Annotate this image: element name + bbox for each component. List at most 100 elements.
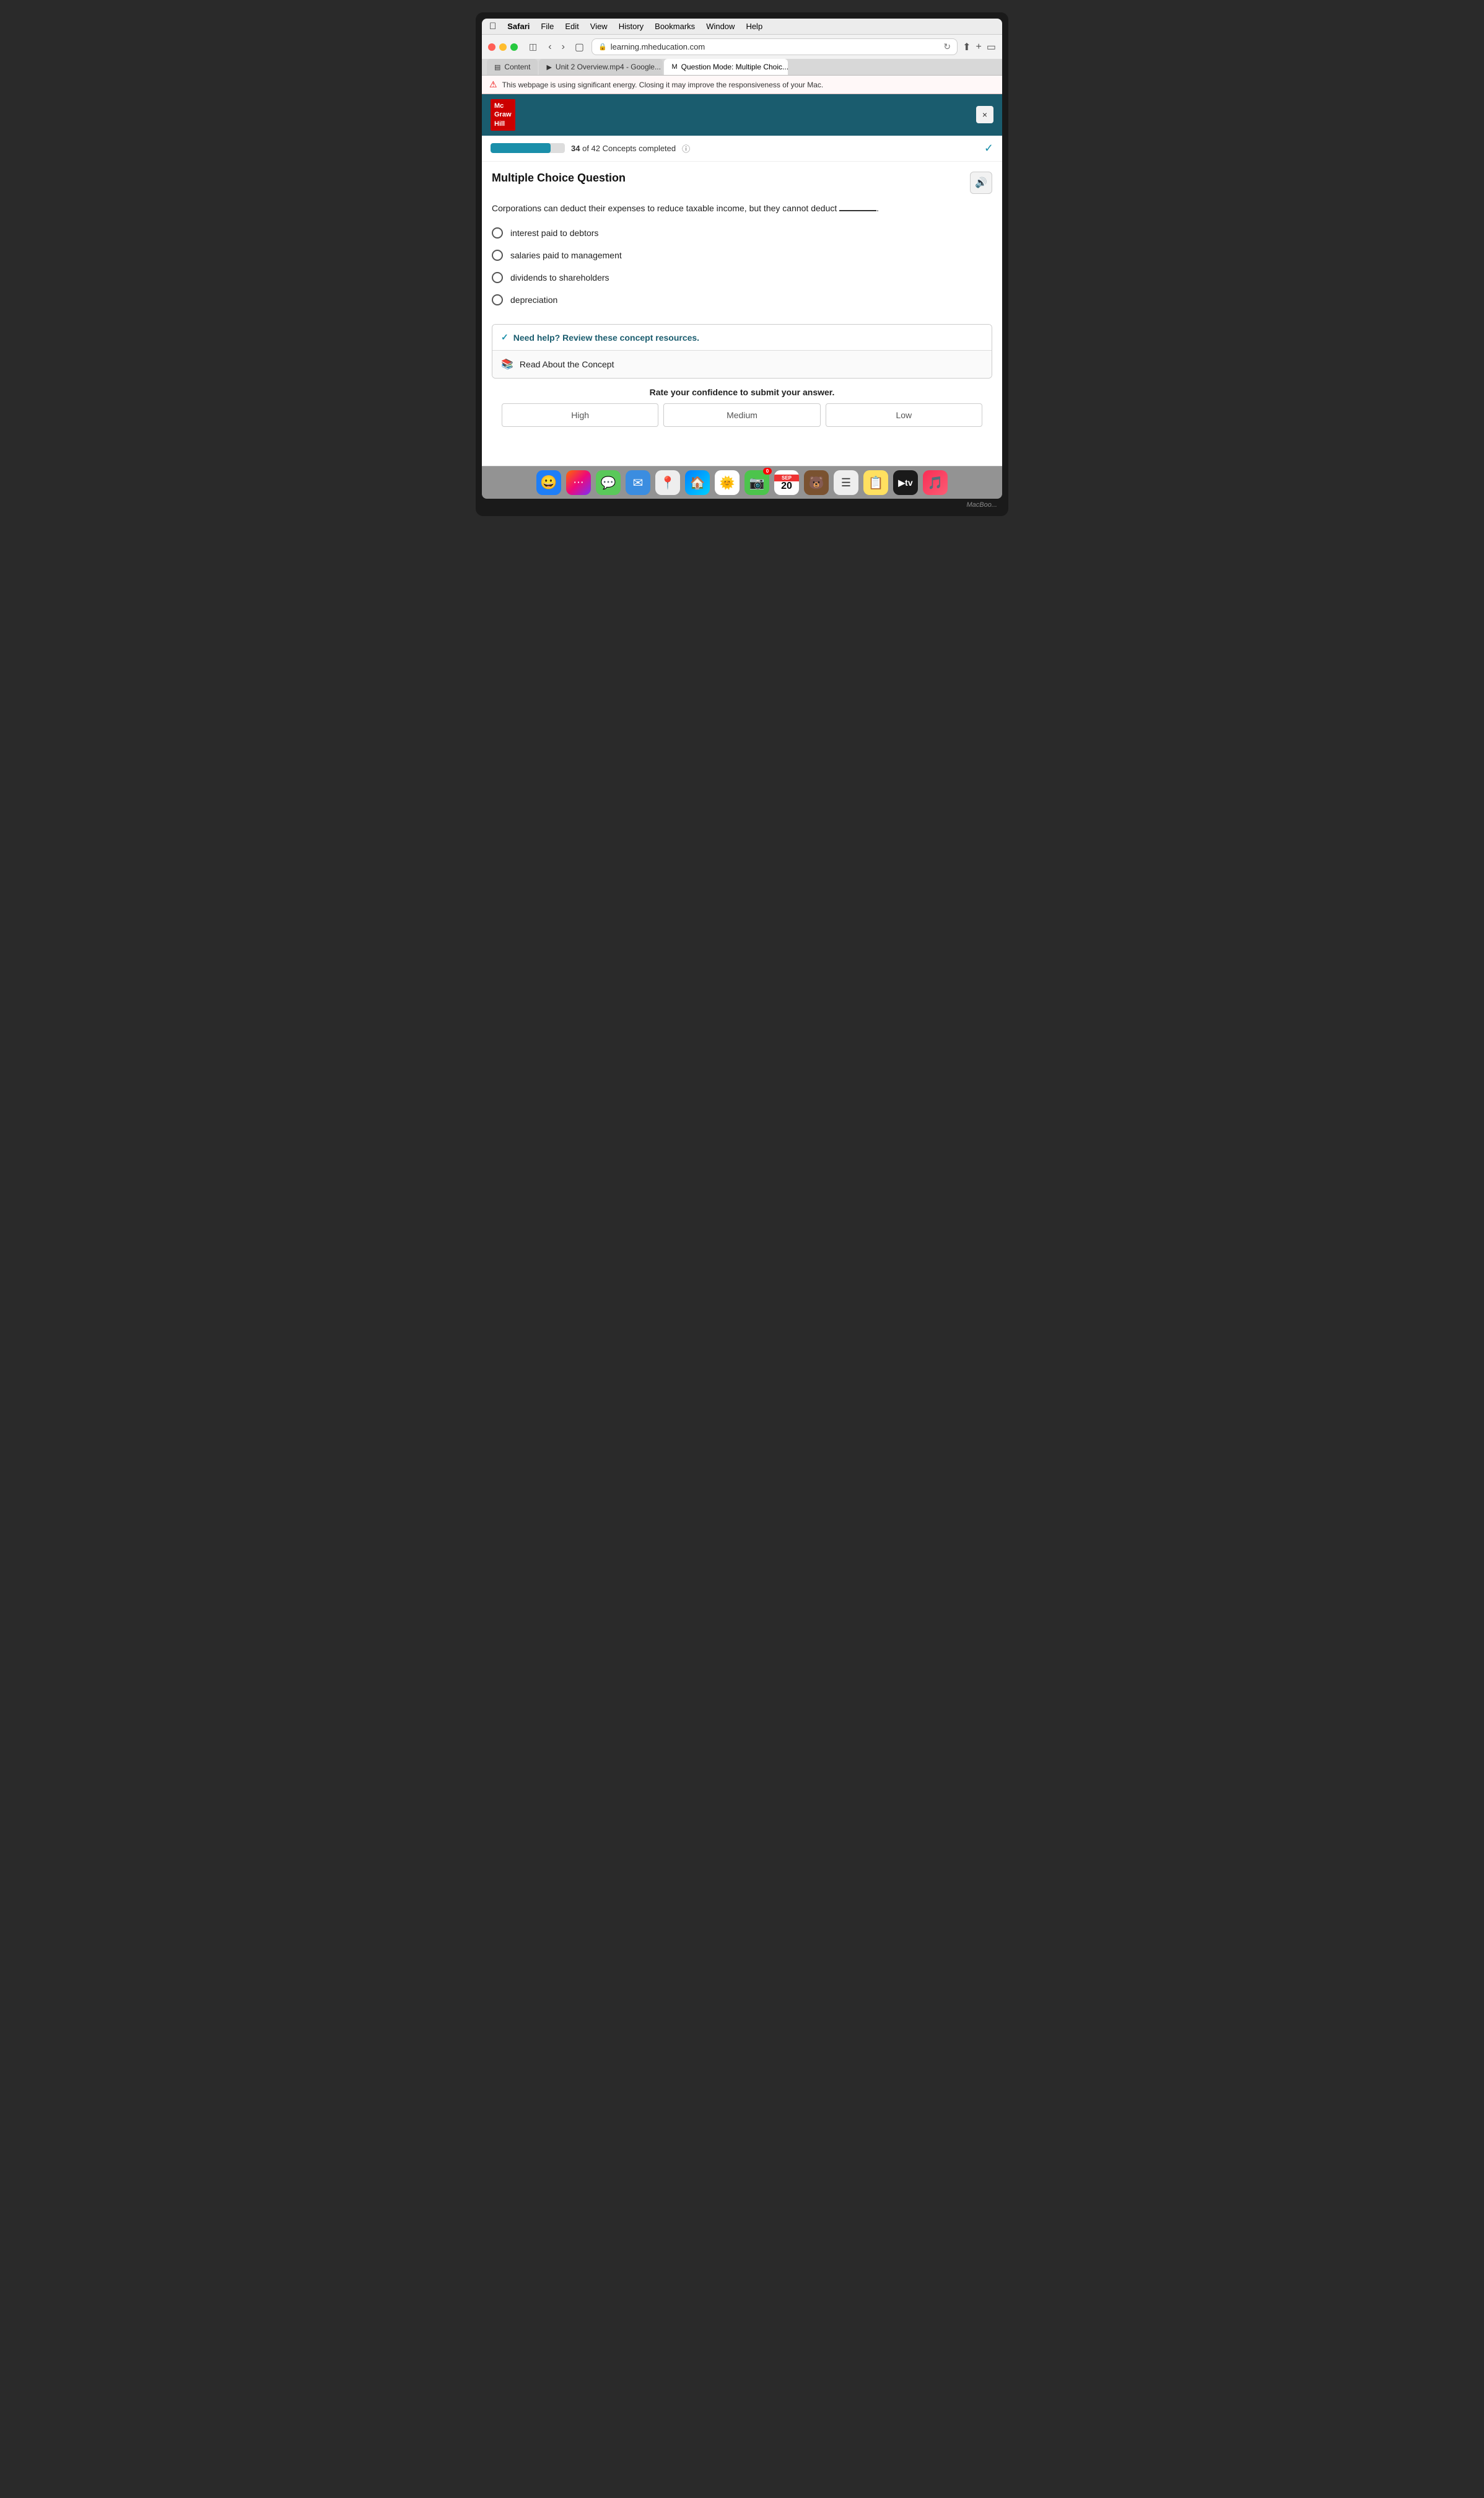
dock-messages[interactable]: 💬 bbox=[596, 470, 621, 495]
dock-facetime[interactable]: 📷 0 bbox=[744, 470, 769, 495]
confidence-section: Rate your confidence to submit your answ… bbox=[492, 379, 992, 437]
close-window-button[interactable] bbox=[488, 43, 495, 51]
dock-launchpad[interactable]: ⋅⋅⋅ bbox=[566, 470, 591, 495]
option-label-2: salaries paid to management bbox=[510, 250, 622, 260]
audio-button[interactable]: 🔊 bbox=[970, 172, 992, 194]
mgh-close-button[interactable]: × bbox=[976, 106, 993, 123]
forward-button[interactable]: › bbox=[559, 40, 567, 54]
question-title: Multiple Choice Question bbox=[492, 172, 626, 185]
laptop-frame:  Safari File Edit View History Bookmark… bbox=[476, 12, 1008, 516]
tab-switcher-button[interactable]: ▭ bbox=[987, 41, 996, 53]
dock-music[interactable]: 🎵 bbox=[923, 470, 948, 495]
energy-warning-bar: ⚠ This webpage is using significant ener… bbox=[482, 76, 1002, 94]
menu-help[interactable]: Help bbox=[746, 22, 762, 31]
dock-notes[interactable]: 🐻 bbox=[804, 470, 829, 495]
dock-list-app[interactable]: ☰ bbox=[834, 470, 858, 495]
tab-question-label: Question Mode: Multiple Choic... bbox=[681, 63, 788, 71]
info-icon[interactable]: ⓘ bbox=[682, 142, 690, 154]
read-concept-label: Read About the Concept bbox=[520, 359, 614, 369]
notes-icon: 🐻 bbox=[809, 475, 824, 491]
option-item[interactable]: dividends to shareholders bbox=[492, 272, 992, 283]
minimize-window-button[interactable] bbox=[499, 43, 507, 51]
browser-actions: ⬆ + ▭ bbox=[962, 41, 996, 53]
menu-history[interactable]: History bbox=[619, 22, 644, 31]
confidence-high-button[interactable]: High bbox=[502, 403, 658, 427]
reload-icon[interactable]: ↻ bbox=[943, 42, 951, 52]
tab-content[interactable]: ▤ Content bbox=[487, 59, 538, 75]
dock-calendar[interactable]: SEP 20 bbox=[774, 470, 799, 495]
page-content: Mc Graw Hill × 34 of 42 Concepts complet… bbox=[482, 94, 1002, 466]
tab-question[interactable]: M Question Mode: Multiple Choic... bbox=[664, 59, 788, 75]
photos-icon: 🌞 bbox=[720, 475, 735, 491]
dock-maps[interactable]: 📍 bbox=[655, 470, 680, 495]
url-text: learning.mheducation.com bbox=[611, 42, 705, 51]
radio-option-2[interactable] bbox=[492, 250, 503, 261]
menu-window[interactable]: Window bbox=[706, 22, 735, 31]
mgh-logo: Mc Graw Hill bbox=[491, 99, 515, 131]
menu-file[interactable]: File bbox=[541, 22, 554, 31]
apple-logo-icon:  bbox=[489, 21, 496, 32]
radio-option-3[interactable] bbox=[492, 272, 503, 283]
facetime-icon: 📷 bbox=[749, 475, 765, 491]
radio-option-1[interactable] bbox=[492, 227, 503, 239]
tab-overview-button[interactable]: ▢ bbox=[572, 40, 587, 55]
help-header[interactable]: ✓ Need help? Review these concept resour… bbox=[492, 325, 992, 350]
dock-finder[interactable]: 😀 bbox=[536, 470, 561, 495]
book-icon: 📚 bbox=[501, 358, 513, 370]
option-label-1: interest paid to debtors bbox=[510, 228, 598, 238]
progress-check-icon: ✓ bbox=[984, 142, 993, 155]
tabs-bar: ▤ Content ▶ Unit 2 Overview.mp4 - Google… bbox=[482, 59, 1002, 76]
dock-mail[interactable]: ✉ bbox=[626, 470, 650, 495]
url-bar[interactable]: 🔒 learning.mheducation.com ↻ bbox=[591, 38, 958, 55]
progress-current: 34 bbox=[571, 144, 580, 153]
confidence-medium-button[interactable]: Medium bbox=[663, 403, 820, 427]
dock-photos[interactable]: 🌞 bbox=[715, 470, 740, 495]
option-item[interactable]: interest paid to debtors bbox=[492, 227, 992, 239]
menu-view[interactable]: View bbox=[590, 22, 608, 31]
help-section: ✓ Need help? Review these concept resour… bbox=[492, 324, 992, 379]
lock-icon: 🔒 bbox=[598, 43, 607, 51]
mgh-header: Mc Graw Hill × bbox=[482, 94, 1002, 136]
back-button[interactable]: ‹ bbox=[546, 40, 554, 54]
tab-content-label: Content bbox=[504, 63, 530, 71]
help-header-label: Need help? Review these concept resource… bbox=[513, 333, 699, 343]
options-list: interest paid to debtors salaries paid t… bbox=[492, 227, 992, 305]
menu-safari[interactable]: Safari bbox=[507, 22, 530, 31]
macbook-label: MacBoo... bbox=[482, 499, 1002, 510]
option-label-3: dividends to shareholders bbox=[510, 273, 609, 283]
progress-bar-inner bbox=[491, 143, 551, 153]
question-blank bbox=[839, 210, 876, 211]
mail-icon: ✉ bbox=[633, 475, 644, 491]
option-label-4: depreciation bbox=[510, 295, 557, 305]
warning-icon: ⚠ bbox=[489, 79, 497, 90]
macos-dock: 😀 ⋅⋅⋅ 💬 ✉ 📍 🏠 🌞 📷 0 bbox=[482, 466, 1002, 499]
finder-icon: 😀 bbox=[540, 475, 557, 491]
question-tab-icon: M bbox=[671, 63, 677, 71]
option-item[interactable]: salaries paid to management bbox=[492, 250, 992, 261]
confidence-low-button[interactable]: Low bbox=[826, 403, 982, 427]
maximize-window-button[interactable] bbox=[510, 43, 518, 51]
dock-safari[interactable]: 🏠 bbox=[685, 470, 710, 495]
facetime-badge: 0 bbox=[763, 468, 772, 475]
read-concept-row[interactable]: 📚 Read About the Concept bbox=[492, 350, 992, 378]
dock-appletv[interactable]: ▶tv bbox=[893, 470, 918, 495]
radio-option-4[interactable] bbox=[492, 294, 503, 305]
menu-bookmarks[interactable]: Bookmarks bbox=[655, 22, 695, 31]
launchpad-icon: ⋅⋅⋅ bbox=[573, 476, 583, 489]
menubar:  Safari File Edit View History Bookmark… bbox=[482, 19, 1002, 34]
tab-unit2[interactable]: ▶ Unit 2 Overview.mp4 - Google... bbox=[539, 59, 663, 75]
share-button[interactable]: ⬆ bbox=[962, 41, 971, 53]
tab-unit2-label: Unit 2 Overview.mp4 - Google... bbox=[556, 63, 661, 71]
unit2-tab-icon: ▶ bbox=[546, 63, 551, 71]
safari-icon: 🏠 bbox=[690, 475, 705, 491]
content-tab-icon: ▤ bbox=[494, 63, 500, 71]
list-app-icon: ☰ bbox=[841, 476, 851, 489]
option-item[interactable]: depreciation bbox=[492, 294, 992, 305]
progress-text: 34 of 42 Concepts completed bbox=[571, 144, 676, 153]
calendar-month: SEP bbox=[774, 475, 799, 481]
maps-icon: 📍 bbox=[660, 475, 676, 491]
new-tab-button[interactable]: + bbox=[976, 42, 982, 53]
menu-edit[interactable]: Edit bbox=[565, 22, 578, 31]
show-sidebar-button[interactable]: ◫ bbox=[525, 40, 541, 53]
dock-stickies[interactable]: 📋 bbox=[863, 470, 888, 495]
